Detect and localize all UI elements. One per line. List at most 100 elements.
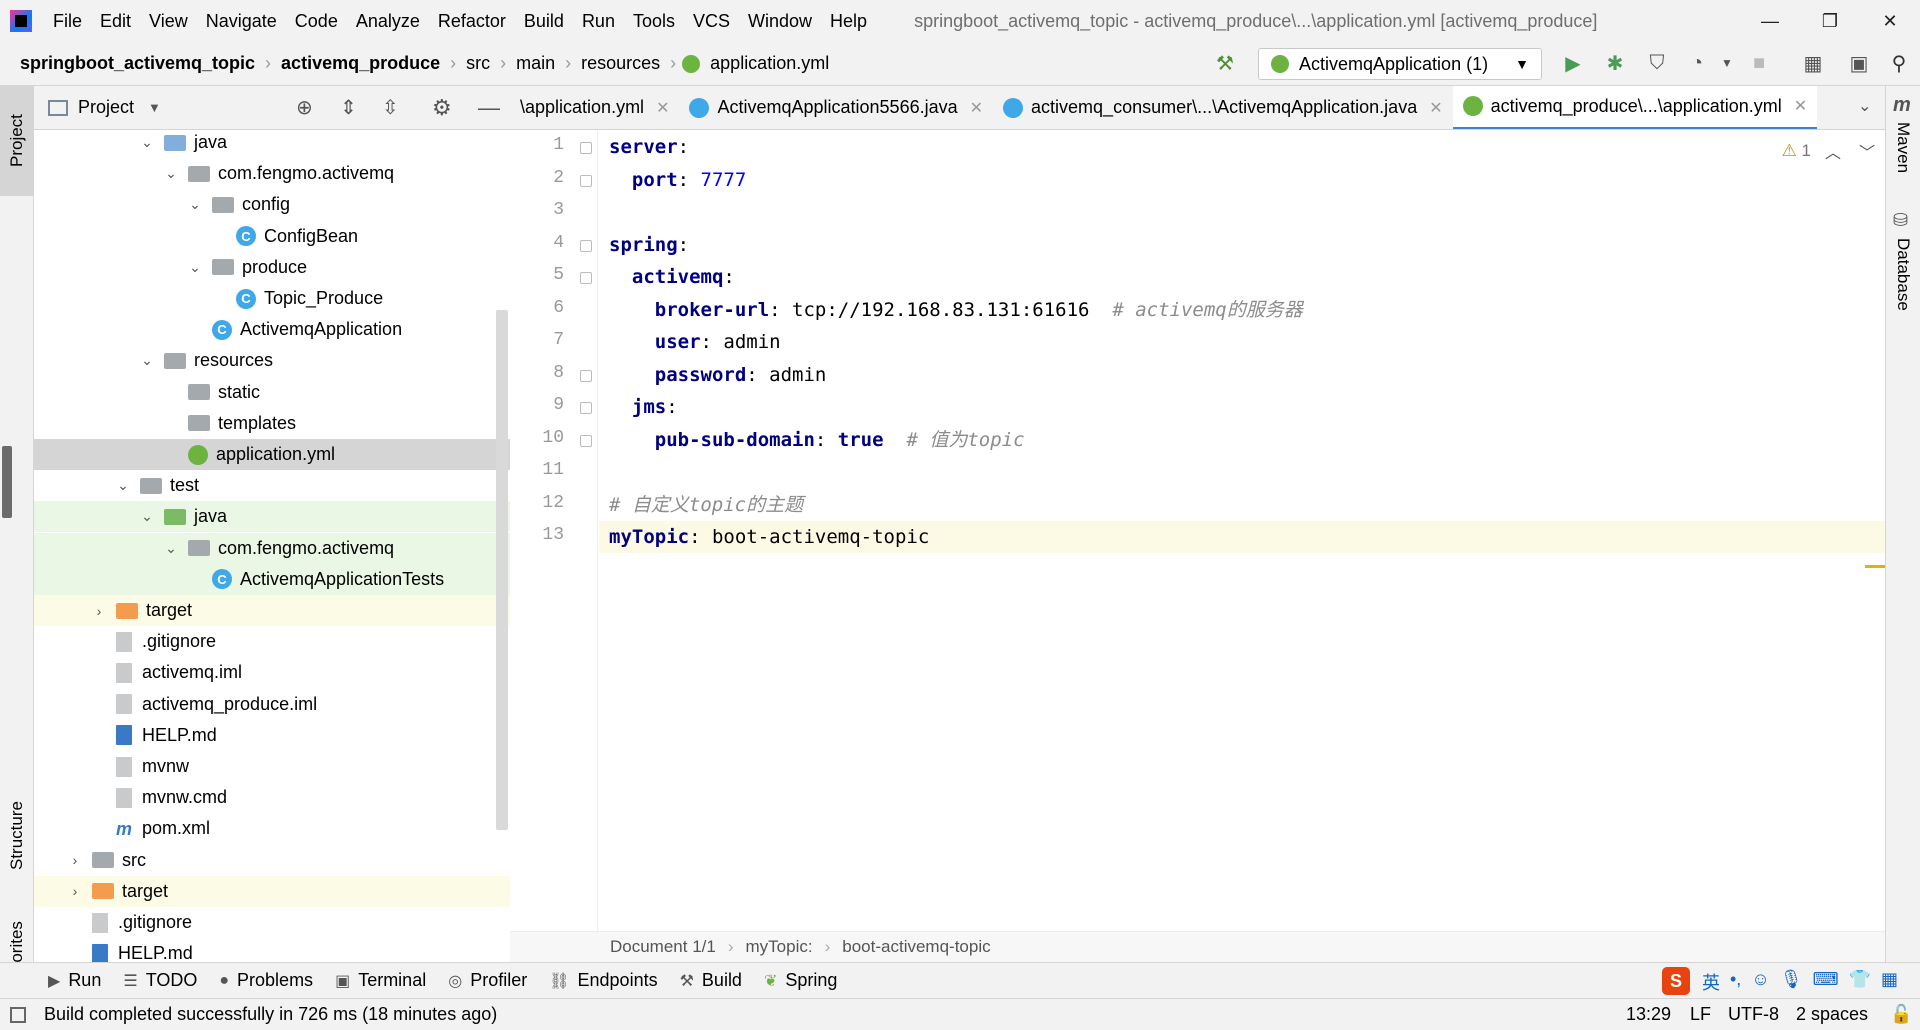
tree-item[interactable]: ⌄ test [34,470,510,501]
run-icon[interactable]: ▶ [1560,50,1586,76]
code-line[interactable]: user: admin [609,326,781,358]
code-line[interactable]: # 自定义topic的主题 [609,489,803,521]
expand-all-icon[interactable]: ⇕ [340,95,357,120]
menu-build[interactable]: Build [515,0,573,42]
menu-vcs[interactable]: VCS [684,0,739,42]
tree-item[interactable]: › target [34,595,510,626]
fold-marker-icon[interactable] [580,142,592,154]
menu-analyze[interactable]: Analyze [347,0,429,42]
previous-highlight-icon[interactable]: ︿ [1825,139,1841,163]
tree-item[interactable]: application.yml [34,439,510,470]
run-config-select[interactable]: ActivemqApplication (1) ▼ [1258,48,1542,80]
menu-run[interactable]: Run [573,0,624,42]
tree-item[interactable]: HELP.md [34,720,510,751]
fold-marker-icon[interactable] [580,272,592,284]
tree-item[interactable]: static [34,377,510,408]
project-structure-icon[interactable]: ▦ [1800,50,1826,76]
lock-icon[interactable]: 🔓 [1890,1004,1912,1025]
warning-stripe[interactable] [1865,565,1885,568]
tab-editor[interactable]: \application.yml ✕ [510,86,679,129]
locate-icon[interactable]: ⊕ [296,95,313,120]
toolbox-icon[interactable]: ▦ [1881,969,1898,995]
editor-crumb-value[interactable]: boot-activemq-topic [842,937,990,957]
tool-terminal[interactable]: ▣ Terminal [335,970,426,991]
chevron-down-icon[interactable]: ⌄ [186,196,204,213]
tree-item[interactable]: activemq_produce.iml [34,689,510,720]
line-separator[interactable]: LF [1690,1004,1711,1025]
breadcrumb-file[interactable]: application.yml [706,53,833,74]
tree-item[interactable]: C Topic_Produce [34,283,510,314]
minimize-icon[interactable]: — [1740,0,1800,42]
fold-marker-icon[interactable] [580,402,592,414]
tree-item[interactable]: C ActivemqApplication [34,314,510,345]
chevron-down-icon[interactable]: ▼ [148,100,161,115]
tab-database[interactable]: Database [1893,238,1913,311]
menu-navigate[interactable]: Navigate [197,0,286,42]
build-hammer-icon[interactable]: ⚒ [1212,50,1238,76]
tree-item[interactable]: › src [34,845,510,876]
tree-item[interactable]: templates [34,408,510,439]
menu-view[interactable]: View [140,0,197,42]
chevron-down-icon[interactable]: ⌄ [114,477,132,494]
chevron-right-icon[interactable]: › [66,883,84,899]
restore-icon[interactable]: ❐ [1800,0,1860,42]
caret-position[interactable]: 13:29 [1626,1004,1671,1025]
tree-item[interactable]: ⌄ resources [34,345,510,376]
tree-item[interactable]: activemq.iml [34,657,510,688]
menu-tools[interactable]: Tools [624,0,684,42]
microphone-icon[interactable]: 🎙 [1780,969,1803,995]
chevron-right-icon[interactable]: › [66,852,84,868]
breadcrumb-module[interactable]: activemq_produce [277,53,444,74]
tree-item[interactable]: C ConfigBean [34,221,510,252]
menu-file[interactable]: File [44,0,91,42]
fold-marker-icon[interactable] [580,434,592,447]
services-icon[interactable]: ▣ [1846,50,1872,76]
breadcrumb-resources[interactable]: resources [577,53,664,74]
hide-icon[interactable]: — [478,95,500,121]
chevron-down-icon[interactable]: ⌄ [138,134,156,151]
code-line[interactable]: myTopic: boot-activemq-topic [609,521,929,553]
menu-edit[interactable]: Edit [91,0,140,42]
tree-item[interactable]: .gitignore [34,907,510,938]
sogou-ime-icon[interactable]: S [1662,967,1690,995]
indent-setting[interactable]: 2 spaces [1796,1004,1868,1025]
profile-icon[interactable]: ◔ [1684,50,1710,76]
close-icon[interactable]: ✕ [656,98,669,118]
tool-build[interactable]: ⚒ Build [680,970,742,991]
keyboard-icon[interactable]: ⌨ [1813,969,1839,995]
close-icon[interactable]: ✕ [1794,96,1807,116]
chevron-down-icon[interactable]: ⌄ [162,165,180,182]
tree-item[interactable]: m pom.xml [34,813,510,844]
fold-marker-icon[interactable] [580,369,592,382]
code-line[interactable]: password: admin [609,359,827,391]
tree-item[interactable]: ⌄ config [34,189,510,220]
tree-item[interactable]: C ActivemqApplicationTests [34,563,510,595]
chevron-down-icon[interactable]: ⌄ [1858,96,1871,116]
menu-window[interactable]: Window [739,0,821,42]
search-icon[interactable]: ⚲ [1886,50,1912,76]
breadcrumb-src[interactable]: src [462,53,494,74]
code-line[interactable]: jms: [609,391,678,423]
emoji-icon[interactable]: ☺ [1751,969,1769,995]
code-line[interactable]: broker-url: tcp://192.168.83.131:61616 #… [609,294,1303,326]
code-line[interactable]: server: [609,131,689,163]
tool-todo[interactable]: ☰ TODO [123,970,197,991]
tab-editor[interactable]: activemq_consumer\...\ActivemqApplicatio… [993,86,1453,129]
tree-item[interactable]: mvnw.cmd [34,782,510,813]
tree-item[interactable]: ⌄ com.fengmo.activemq [34,532,510,564]
tree-scrollbar[interactable] [496,310,508,830]
close-icon[interactable]: ✕ [970,98,983,118]
tree-item[interactable]: ⌄ com.fengmo.activemq [34,158,510,189]
status-message[interactable]: Build completed successfully in 726 ms (… [44,1004,497,1025]
tree-item[interactable]: ⌄ java [34,131,510,158]
tab-maven[interactable]: Maven [1893,122,1913,173]
next-highlight-icon[interactable]: ﹀ [1859,139,1875,163]
warning-icon[interactable]: ⚠ 1 [1782,141,1811,161]
breadcrumb-project[interactable]: springboot_activemq_topic [16,53,259,74]
fold-marker-icon[interactable] [580,174,592,187]
code-line[interactable]: pub-sub-domain: true # 值为topic [609,424,1025,456]
menu-help[interactable]: Help [821,0,876,42]
tree-item[interactable]: HELP.md [34,938,510,962]
skin-icon[interactable]: 👕 [1849,969,1871,995]
tab-project[interactable]: Project [0,86,34,196]
